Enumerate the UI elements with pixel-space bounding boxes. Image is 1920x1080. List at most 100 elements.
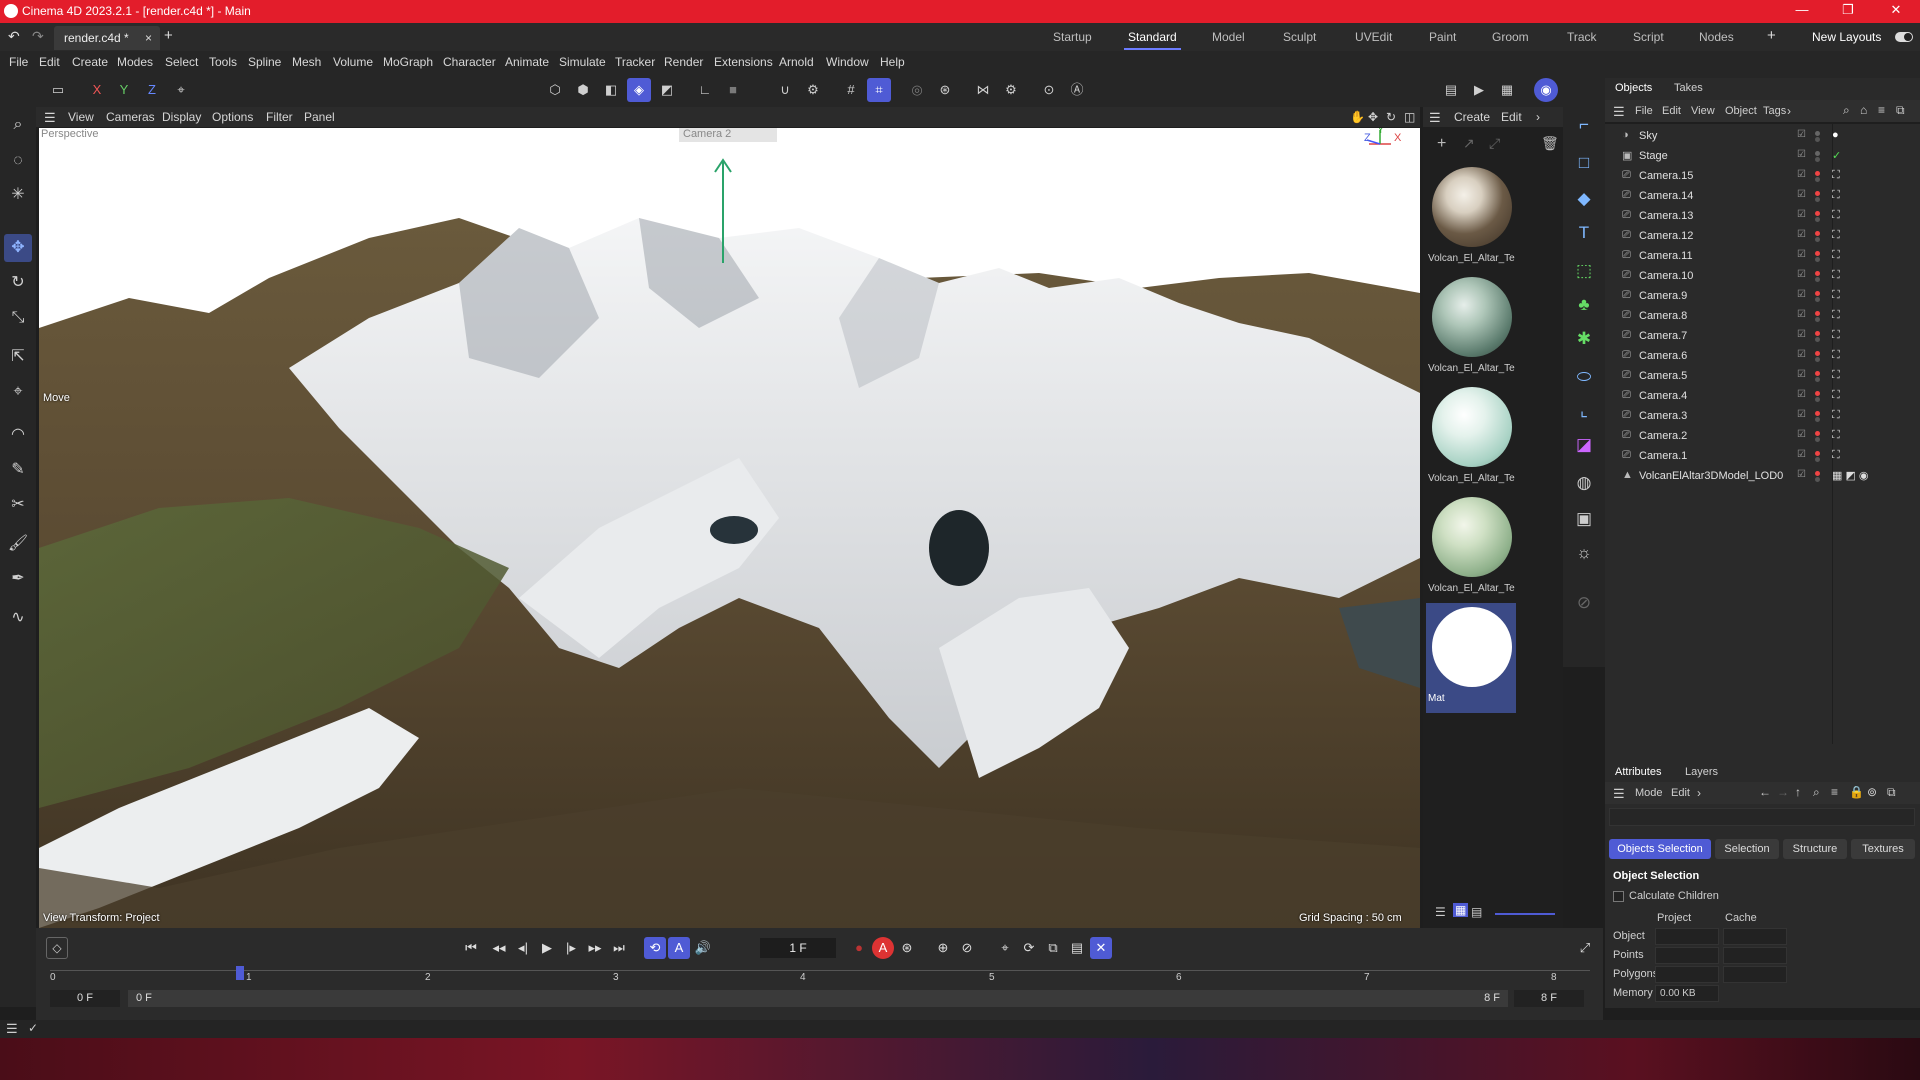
menu-window[interactable]: Window bbox=[826, 55, 869, 69]
render-visibility-dot[interactable] bbox=[1815, 157, 1820, 162]
render-visibility-dot[interactable] bbox=[1815, 197, 1820, 202]
camera-target-tag-icon[interactable]: ⛶ bbox=[1832, 349, 1840, 362]
render-visibility-dot[interactable] bbox=[1815, 137, 1820, 142]
magnet-snap-icon[interactable]: ∪ bbox=[773, 78, 797, 102]
scale-tool-icon[interactable]: ⤡ bbox=[4, 304, 32, 332]
layer-checkbox-icon[interactable]: ☑ bbox=[1797, 329, 1806, 340]
render-to-picture-viewer-icon[interactable]: ▦ bbox=[1495, 78, 1519, 102]
chevron-right-icon[interactable]: › bbox=[1536, 110, 1540, 124]
interpolation-icon[interactable]: ✕ bbox=[1090, 937, 1112, 959]
viewport-hamburger-icon[interactable]: ☰ bbox=[44, 110, 56, 126]
layer-checkbox-icon[interactable]: ☑ bbox=[1797, 469, 1806, 480]
objects-menu-file[interactable]: File bbox=[1635, 105, 1653, 117]
menu-edit[interactable]: Edit bbox=[39, 55, 60, 69]
thumbnail-size-slider[interactable] bbox=[1495, 913, 1555, 915]
filter-icon[interactable]: ≡ bbox=[1831, 785, 1838, 799]
tab-layers[interactable]: Layers bbox=[1685, 766, 1718, 778]
menu-mograph[interactable]: MoGraph bbox=[383, 55, 433, 69]
orbit-icon[interactable]: ↻ bbox=[1386, 110, 1396, 124]
menu-animate[interactable]: Animate bbox=[505, 55, 549, 69]
menu-arnold[interactable]: Arnold bbox=[779, 55, 814, 69]
editor-visibility-dot[interactable] bbox=[1815, 371, 1820, 376]
redo-icon[interactable]: ↷ bbox=[32, 28, 44, 45]
attributes-hamburger-icon[interactable]: ☰ bbox=[1613, 786, 1625, 802]
go-to-end-icon[interactable]: ⏭ bbox=[608, 937, 630, 959]
editor-visibility-dot[interactable] bbox=[1815, 231, 1820, 236]
select-icon[interactable]: ◌ bbox=[4, 147, 32, 175]
material-menu-create[interactable]: Create bbox=[1454, 110, 1490, 124]
layer-checkbox-icon[interactable]: ☑ bbox=[1797, 269, 1806, 280]
motion-icon[interactable]: ⌖ bbox=[994, 937, 1016, 959]
start-frame-field[interactable]: 0 F bbox=[50, 990, 120, 1007]
menu-create[interactable]: Create bbox=[72, 55, 108, 69]
layer-checkbox-icon[interactable]: ☑ bbox=[1797, 429, 1806, 440]
up-arrow-icon[interactable]: ↑ bbox=[1795, 785, 1801, 799]
sound-icon[interactable]: 🔊 bbox=[692, 937, 714, 959]
axis-x-lock[interactable]: X bbox=[85, 78, 109, 102]
snap-tool-icon[interactable]: ⌖ bbox=[4, 378, 32, 406]
disabled-tool-icon[interactable]: ⊘ bbox=[1570, 589, 1598, 617]
object-row[interactable]: ◑ Sky ☑ ● bbox=[1605, 126, 1920, 146]
layout-standard[interactable]: Standard bbox=[1124, 30, 1181, 50]
render-visibility-dot[interactable] bbox=[1815, 457, 1820, 462]
layer-checkbox-icon[interactable]: ☑ bbox=[1797, 149, 1806, 160]
3d-viewport[interactable]: Perspective Camera 2 Z Y X Move View Tra… bbox=[39, 128, 1420, 928]
arnold-icon[interactable]: Ⓐ bbox=[1065, 78, 1089, 102]
end-frame-field[interactable]: 8 F bbox=[1514, 990, 1584, 1007]
scale-key-icon[interactable]: ⊘ bbox=[956, 937, 978, 959]
layout-groom[interactable]: Groom bbox=[1492, 30, 1529, 44]
editor-visibility-dot[interactable] bbox=[1815, 351, 1820, 356]
maximize-view-icon[interactable]: ◫ bbox=[1404, 110, 1415, 124]
render-visibility-dot[interactable] bbox=[1815, 377, 1820, 382]
parameter-key-icon[interactable]: ⧉ bbox=[1042, 937, 1064, 959]
viewport-menu-view[interactable]: View bbox=[68, 110, 94, 124]
object-row[interactable]: ⎚ Camera.4 ☑ ⛶ bbox=[1605, 386, 1920, 406]
tab-objects[interactable]: Objects bbox=[1615, 82, 1652, 94]
add-material-icon[interactable]: + bbox=[1437, 135, 1446, 153]
editor-visibility-dot[interactable] bbox=[1815, 211, 1820, 216]
status-check-icon[interactable]: ✓ bbox=[28, 1021, 38, 1035]
environment-icon[interactable]: ◍ bbox=[1570, 469, 1598, 497]
editor-visibility-dot[interactable] bbox=[1815, 131, 1820, 136]
material-menu-edit[interactable]: Edit bbox=[1501, 110, 1522, 124]
camera-icon[interactable]: ▣ bbox=[1570, 505, 1598, 533]
editor-visibility-dot[interactable] bbox=[1815, 171, 1820, 176]
pan-hand-icon[interactable]: ✋ bbox=[1350, 110, 1365, 124]
render-visibility-dot[interactable] bbox=[1815, 177, 1820, 182]
position-key-icon[interactable]: ⊕ bbox=[932, 937, 954, 959]
editor-visibility-dot[interactable] bbox=[1815, 251, 1820, 256]
play-icon[interactable]: ▶ bbox=[536, 937, 558, 959]
object-row[interactable]: ⎚ Camera.12 ☑ ⛶ bbox=[1605, 226, 1920, 246]
solo-icon[interactable]: ■ bbox=[721, 78, 745, 102]
render-active-view-icon[interactable]: ▶ bbox=[1467, 78, 1491, 102]
loop-icon[interactable]: ⟲ bbox=[644, 937, 666, 959]
camera-target-tag-icon[interactable]: ⛶ bbox=[1832, 169, 1840, 182]
layer-checkbox-icon[interactable]: ☑ bbox=[1797, 409, 1806, 420]
attributes-menu-edit[interactable]: Edit bbox=[1671, 787, 1690, 799]
menu-tools[interactable]: Tools bbox=[209, 55, 237, 69]
workplane-icon[interactable]: ∟ bbox=[693, 78, 717, 102]
generator-icon[interactable]: ◪ bbox=[1570, 431, 1598, 459]
document-tab[interactable]: render.c4d * × bbox=[54, 26, 160, 50]
null-object-icon[interactable]: ⌐ bbox=[1570, 111, 1598, 139]
camera-target-tag-icon[interactable]: ⛶ bbox=[1832, 449, 1840, 462]
camera-target-tag-icon[interactable]: ⛶ bbox=[1832, 369, 1840, 382]
camera-target-tag-icon[interactable]: ⛶ bbox=[1832, 289, 1840, 302]
viewport-menu-options[interactable]: Options bbox=[212, 110, 253, 124]
lasso-icon[interactable]: ◠ bbox=[4, 421, 32, 449]
pla-key-icon[interactable]: ▤ bbox=[1066, 937, 1088, 959]
render-visibility-dot[interactable] bbox=[1815, 237, 1820, 242]
new-layouts-toggle[interactable] bbox=[1895, 32, 1913, 42]
editor-visibility-dot[interactable] bbox=[1815, 471, 1820, 476]
layout-paint[interactable]: Paint bbox=[1429, 30, 1456, 44]
layer-checkbox-icon[interactable]: ☑ bbox=[1797, 209, 1806, 220]
axis-y-lock[interactable]: Y bbox=[112, 78, 136, 102]
editor-visibility-dot[interactable] bbox=[1815, 191, 1820, 196]
menu-simulate[interactable]: Simulate bbox=[559, 55, 606, 69]
object-row[interactable]: ⎚ Camera.15 ☑ ⛶ bbox=[1605, 166, 1920, 186]
material-tool-icon[interactable]: ↗ bbox=[1463, 135, 1475, 152]
editor-visibility-dot[interactable] bbox=[1815, 291, 1820, 296]
viewport-menu-panel[interactable]: Panel bbox=[304, 110, 335, 124]
large-view-icon[interactable]: ▤ bbox=[1471, 905, 1482, 919]
objects-menu-tags[interactable]: Tags bbox=[1763, 105, 1786, 117]
